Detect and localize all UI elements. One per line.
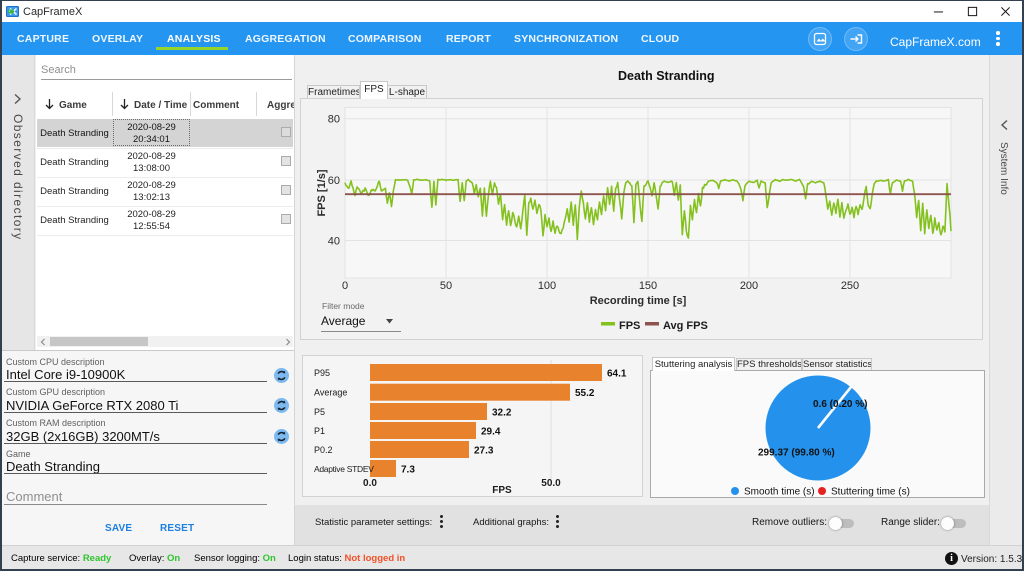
svg-text:Avg FPS: Avg FPS bbox=[663, 320, 708, 332]
svg-text:50: 50 bbox=[440, 280, 452, 292]
svg-text:200: 200 bbox=[740, 280, 758, 292]
svg-text:Smooth time (s): Smooth time (s) bbox=[744, 487, 815, 498]
svg-text:Average: Average bbox=[314, 388, 347, 398]
svg-text:150: 150 bbox=[639, 280, 657, 292]
svg-text:Recording time [s]: Recording time [s] bbox=[590, 295, 687, 307]
svg-text:50.0: 50.0 bbox=[541, 478, 561, 489]
svg-text:40: 40 bbox=[328, 235, 340, 247]
svg-text:FPS: FPS bbox=[619, 320, 640, 332]
svg-text:P1: P1 bbox=[314, 426, 325, 436]
svg-text:0.0: 0.0 bbox=[363, 478, 377, 489]
svg-text:Adaptive STDEV: Adaptive STDEV bbox=[314, 464, 374, 474]
svg-text:P95: P95 bbox=[314, 368, 330, 378]
svg-text:FPS [1/s]: FPS [1/s] bbox=[316, 169, 328, 216]
svg-text:FPS: FPS bbox=[492, 485, 512, 496]
svg-text:0: 0 bbox=[342, 280, 348, 292]
svg-text:27.3: 27.3 bbox=[474, 446, 494, 457]
svg-text:80: 80 bbox=[328, 114, 340, 126]
svg-text:0.6 (0.20 %): 0.6 (0.20 %) bbox=[813, 399, 867, 410]
svg-text:P0.2: P0.2 bbox=[314, 445, 333, 455]
svg-text:60: 60 bbox=[328, 175, 340, 187]
svg-text:Average: Average bbox=[321, 314, 366, 328]
svg-text:Filter mode: Filter mode bbox=[322, 301, 365, 311]
svg-text:29.4: 29.4 bbox=[481, 427, 501, 438]
svg-text:250: 250 bbox=[841, 280, 859, 292]
svg-text:64.1: 64.1 bbox=[607, 369, 627, 380]
svg-text:55.2: 55.2 bbox=[575, 388, 595, 399]
svg-text:Stuttering time (s): Stuttering time (s) bbox=[831, 487, 910, 498]
svg-text:32.2: 32.2 bbox=[492, 408, 512, 419]
svg-text:299.37 (99.80 %): 299.37 (99.80 %) bbox=[758, 448, 835, 459]
svg-text:P5: P5 bbox=[314, 407, 325, 417]
svg-text:7.3: 7.3 bbox=[401, 465, 415, 476]
svg-text:100: 100 bbox=[538, 280, 556, 292]
